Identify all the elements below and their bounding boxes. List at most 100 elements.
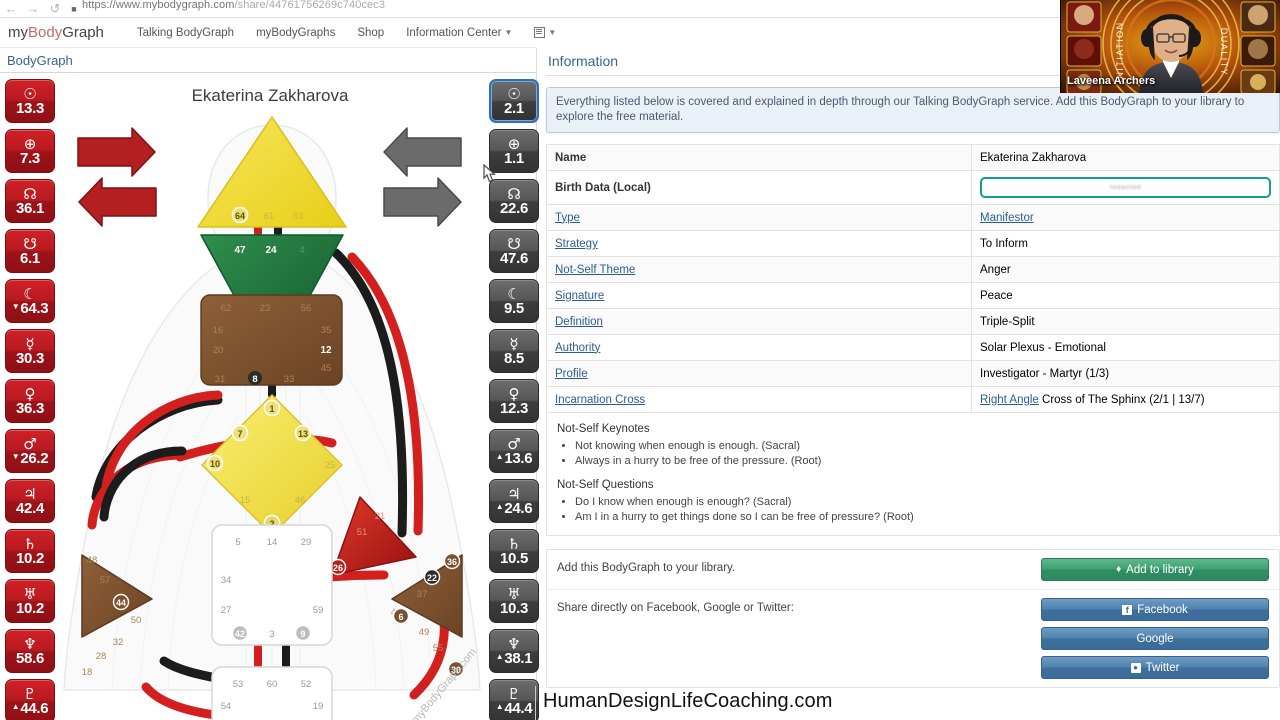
svg-text:62: 62 xyxy=(221,303,232,314)
nav-item-talking-bodygraph[interactable]: Talking BodyGraph xyxy=(126,27,245,39)
attr-key[interactable]: Type xyxy=(546,204,972,231)
information-panel: Information Everything listed below is c… xyxy=(546,48,1280,720)
personality-planet-pluto[interactable]: ♇ ▲ 44.4 xyxy=(489,679,539,720)
design-planet-value: 7.3 xyxy=(20,149,40,167)
attr-key-link[interactable]: Strategy xyxy=(555,238,598,250)
design-planet-north-node[interactable]: ☊ 36.1 xyxy=(5,179,55,223)
attr-key[interactable]: Strategy xyxy=(546,230,972,257)
site-logo[interactable]: myBodyGraph xyxy=(0,24,126,41)
forward-arrow-icon[interactable]: → xyxy=(22,0,44,17)
table-row: Strategy To Inform xyxy=(546,230,1280,257)
nav-item-grid-menu[interactable]: ▼ xyxy=(523,26,567,39)
nav-label: Information Center xyxy=(406,26,502,39)
keynotes-heading: Not-Self Keynotes xyxy=(557,423,650,435)
google-share-button[interactable]: Google xyxy=(1041,627,1269,650)
personality-planet-value: 9.5 xyxy=(504,299,524,317)
google-label: Google xyxy=(1136,632,1174,645)
svg-text:45: 45 xyxy=(321,363,332,374)
bodygraph-chart[interactable]: 64 61 63 47 24 4 17 11 43 xyxy=(60,105,485,720)
personality-planet-moon[interactable]: ☾ 9.5 xyxy=(489,279,539,323)
svg-text:31: 31 xyxy=(215,374,226,385)
personality-planet-uranus[interactable]: ♅ 10.3 xyxy=(489,579,539,623)
personality-planet-jupiter[interactable]: ♃ ▲ 24.6 xyxy=(489,479,539,523)
attr-value-link[interactable]: Manifestor xyxy=(980,212,1034,224)
design-planet-saturn[interactable]: ♄ 10.2 xyxy=(5,529,55,573)
svg-text:48: 48 xyxy=(87,555,98,566)
nav-item-information-center[interactable]: Information Center ▼ xyxy=(395,27,523,39)
attr-value-prefix-link[interactable]: Right Angle xyxy=(980,394,1039,406)
svg-text:52: 52 xyxy=(301,679,312,690)
design-planet-south-node[interactable]: ☋ 6.1 xyxy=(5,229,55,273)
attr-key-link[interactable]: Profile xyxy=(555,368,588,380)
personality-planet-sun[interactable]: ☉ 2.1 xyxy=(489,79,539,123)
design-planet-mars[interactable]: ♂ ▼ 26.2 xyxy=(5,429,55,473)
svg-text:7: 7 xyxy=(237,429,242,439)
center-sacral[interactable]: 5 14 29 34 27 59 42 3 9 xyxy=(211,524,333,646)
twitter-label: Twitter xyxy=(1145,661,1180,674)
nav-item-shop[interactable]: Shop xyxy=(346,27,395,39)
back-arrow-icon[interactable]: ← xyxy=(0,0,22,17)
svg-text:4: 4 xyxy=(299,245,305,256)
attr-key[interactable]: Authority xyxy=(546,334,972,361)
attr-key[interactable]: Definition xyxy=(546,308,972,335)
svg-text:6: 6 xyxy=(398,612,403,622)
design-planet-pluto[interactable]: ♇ ▲ 44.6 xyxy=(5,679,55,720)
design-planet-neptune[interactable]: ♆ 58.6 xyxy=(5,629,55,673)
address-bar[interactable]: https://www.mybodygraph.com/share/447617… xyxy=(82,0,385,11)
center-throat[interactable]: 62 23 56 16 35 20 12 45 31 8 33 xyxy=(200,294,343,386)
personality-planet-north-node[interactable]: ☊ 22.6 xyxy=(489,179,539,223)
personality-planet-mars[interactable]: ♂ ▲ 13.6 xyxy=(489,429,539,473)
personality-planet-saturn[interactable]: ♄ 10.5 xyxy=(489,529,539,573)
design-planet-uranus[interactable]: ♅ 10.2 xyxy=(5,579,55,623)
attr-key-link[interactable]: Signature xyxy=(555,290,604,302)
sun-glyph-icon: ☉ xyxy=(507,84,521,103)
center-root[interactable]: 53 60 52 54 19 38 39 58 41 xyxy=(211,666,333,720)
attr-key[interactable]: Incarnation Cross xyxy=(546,386,972,413)
personality-planet-south-node[interactable]: ☋ 47.6 xyxy=(489,229,539,273)
svg-text:12: 12 xyxy=(320,345,332,356)
attr-key: Birth Data (Local) xyxy=(546,170,972,205)
design-planet-value: ▲ 44.6 xyxy=(11,699,49,717)
lock-icon: ■ xyxy=(71,3,77,14)
svg-text:21: 21 xyxy=(375,511,386,522)
personality-planet-value: 8.5 xyxy=(504,349,524,367)
attr-key-link[interactable]: Authority xyxy=(555,342,600,354)
attr-value: Ekaterina Zakharova xyxy=(971,144,1280,171)
attr-key[interactable]: Profile xyxy=(546,360,972,387)
attr-value[interactable]: redacted xyxy=(971,170,1280,205)
birth-data-field[interactable]: redacted xyxy=(980,177,1271,198)
facebook-share-button[interactable]: f Facebook xyxy=(1041,598,1269,621)
keynotes-list: Not knowing when enough is enough. (Sacr… xyxy=(575,439,1269,469)
design-planet-earth[interactable]: ⊕ 7.3 xyxy=(5,129,55,173)
attr-key-link[interactable]: Type xyxy=(555,212,580,224)
attr-key[interactable]: Not-Self Theme xyxy=(546,256,972,283)
design-planet-moon[interactable]: ☾ ▼ 64.3 xyxy=(5,279,55,323)
personality-planet-mercury[interactable]: ☿ 8.5 xyxy=(489,329,539,373)
reload-icon[interactable]: ↺ xyxy=(44,0,66,17)
nav-item-mybodygraphs[interactable]: myBodyGraphs xyxy=(245,27,346,39)
svg-text:60: 60 xyxy=(267,679,278,690)
svg-text:23: 23 xyxy=(260,303,271,314)
attr-key-link[interactable]: Not-Self Theme xyxy=(555,264,635,276)
design-planet-venus[interactable]: ♀ 36.3 xyxy=(5,379,55,423)
svg-text:15: 15 xyxy=(240,495,251,506)
design-planet-sun[interactable]: ☉ 13.3 xyxy=(5,79,55,123)
attr-key-link[interactable]: Definition xyxy=(555,316,603,328)
attr-key[interactable]: Signature xyxy=(546,282,972,309)
design-planet-mercury[interactable]: ☿ 30.3 xyxy=(5,329,55,373)
add-to-library-button[interactable]: ♦ Add to library xyxy=(1041,558,1269,581)
bodygraph-svg[interactable]: 64 61 63 47 24 4 17 11 43 xyxy=(60,105,485,720)
personality-planet-value: 22.6 xyxy=(500,199,528,217)
table-row: Authority Solar Plexus - Emotional xyxy=(546,334,1280,361)
keynote-item: Not knowing when enough is enough. (Sacr… xyxy=(575,439,1269,454)
design-planet-column: ☉ 13.3 ⊕ 7.3 ☊ 36.1 ☋ 6.1 ☾ ▼ 64.3 ☿ 30.3 ♀ 36.3 ♂ ▼ 26.2… xyxy=(5,79,55,720)
twitter-share-button[interactable]: ● Twitter xyxy=(1041,656,1269,679)
personality-planet-neptune[interactable]: ♆ ▲ 38.1 xyxy=(489,629,539,673)
personality-planet-venus[interactable]: ♀ 12.3 xyxy=(489,379,539,423)
uranus-glyph-icon: ♅ xyxy=(507,584,521,603)
attr-key-link[interactable]: Incarnation Cross xyxy=(555,394,645,406)
design-planet-value: 42.4 xyxy=(16,499,44,517)
design-planet-jupiter[interactable]: ♃ 42.4 xyxy=(5,479,55,523)
design-planet-value: 58.6 xyxy=(16,649,44,667)
attr-value[interactable]: Manifestor xyxy=(971,204,1280,231)
